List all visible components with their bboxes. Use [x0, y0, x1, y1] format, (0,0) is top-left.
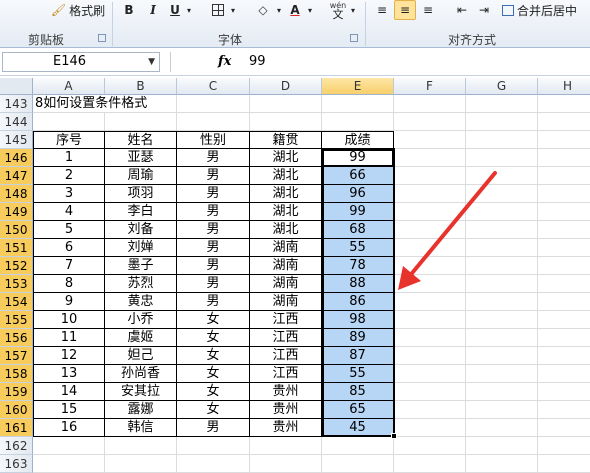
title-cell[interactable]: 8如何设置条件格式 [33, 95, 147, 113]
annotation-arrow [398, 171, 497, 290]
